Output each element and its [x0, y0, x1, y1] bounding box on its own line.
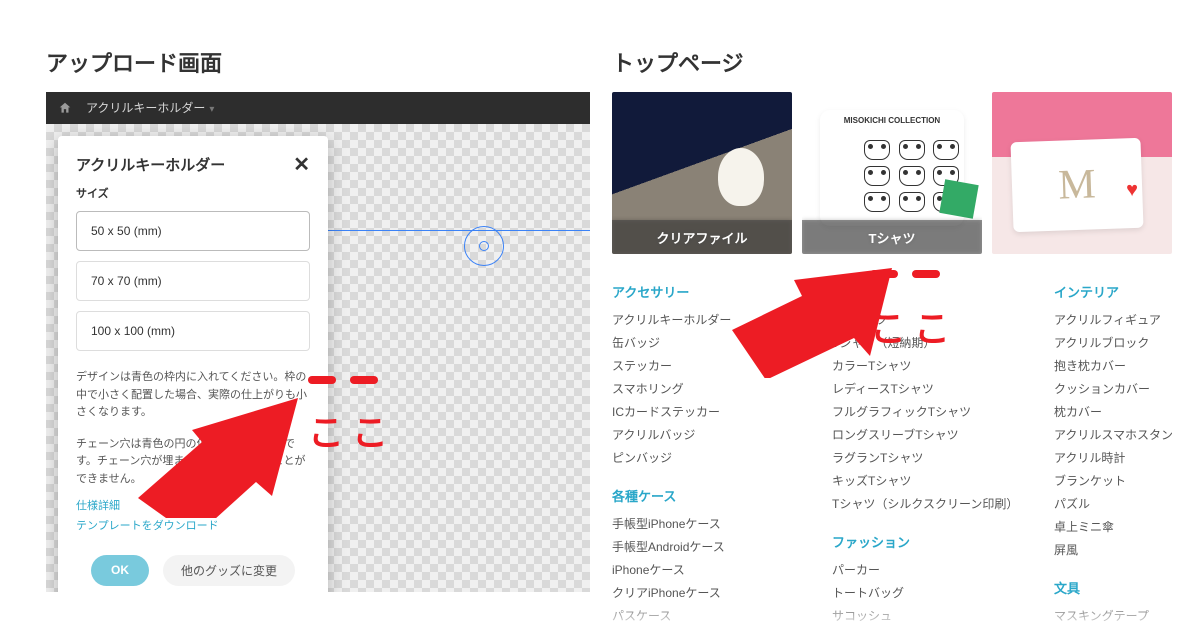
cat-item[interactable]: パズル	[1054, 495, 1200, 512]
size-label: サイズ	[76, 185, 310, 201]
thumb-caption: クリアファイル	[612, 220, 792, 254]
thumb-card[interactable]: M ♥	[992, 92, 1172, 254]
cat-item[interactable]: クリアiPhoneケース	[612, 584, 792, 601]
home-icon[interactable]	[58, 101, 72, 115]
upload-topbar: アクリルキーホルダー▾	[46, 92, 590, 124]
cat-item[interactable]: アクリルスマホスタン	[1054, 426, 1200, 443]
change-goods-button[interactable]: 他のグッズに変更	[163, 555, 295, 586]
cat-item[interactable]: アクリル時計	[1054, 449, 1200, 466]
template-download-link[interactable]: テンプレートをダウンロード	[76, 517, 310, 533]
cat-item[interactable]: 手帳型Androidケース	[612, 538, 792, 555]
product-options-modal: アクリルキーホルダー ✕ サイズ 50 x 50 (mm) 70 x 70 (m…	[58, 136, 328, 592]
callout-text-left	[308, 376, 378, 384]
cat-item[interactable]: クッションカバー	[1054, 380, 1200, 397]
cat-item[interactable]: 屏風	[1054, 541, 1200, 558]
cat-item[interactable]: スマホリング	[612, 380, 792, 397]
cat-item[interactable]: トートバッグ	[832, 584, 1012, 601]
cat-item[interactable]: 卓上ミニ傘	[1054, 518, 1200, 535]
cat-item[interactable]: ラグランTシャツ	[832, 449, 1012, 466]
left-section-title: アップロード画面	[46, 46, 590, 78]
cat-head-tshirt: Tシャツ	[832, 282, 1012, 301]
cat-item[interactable]: パーカー	[832, 561, 1012, 578]
cat-item[interactable]: 手帳型iPhoneケース	[612, 515, 792, 532]
cat-item[interactable]: ブランケット	[1054, 472, 1200, 489]
cat-item[interactable]: フルグラフィックTシャツ	[832, 403, 1012, 420]
cat-item[interactable]: カラーTシャツ	[832, 357, 1012, 374]
callout-text-right	[870, 270, 940, 278]
modal-note-2: チェーン穴は青色の円の位置で、移動可能です。チェーン穴が埋まるデザインにすること…	[76, 436, 310, 489]
bottom-fade	[0, 600, 1200, 630]
thumb-tshirt[interactable]: MISOKICHI COLLECTION Tシャツ	[802, 92, 982, 254]
cat-head-fashion: ファッション	[832, 532, 1012, 551]
cat-head-accessory: アクセサリー	[612, 282, 792, 301]
modal-title: アクリルキーホルダー	[76, 154, 225, 175]
chain-hole-target[interactable]	[464, 226, 504, 266]
cat-item[interactable]: ピンバッジ	[612, 449, 792, 466]
cat-head-interior: インテリア	[1054, 282, 1200, 301]
thumb-caption: Tシャツ	[802, 220, 982, 254]
cat-item[interactable]: キッズTシャツ	[832, 472, 1012, 489]
ok-button[interactable]: OK	[91, 555, 149, 586]
design-canvas[interactable]: アクリルキーホルダー ✕ サイズ 50 x 50 (mm) 70 x 70 (m…	[46, 124, 590, 592]
cat-item[interactable]: 抱き枕カバー	[1054, 357, 1200, 374]
cat-item[interactable]: アクリルフィギュア	[1054, 311, 1200, 328]
thumb-clearfile[interactable]: クリアファイル	[612, 92, 792, 254]
cat-item[interactable]: ICカードステッカー	[612, 403, 792, 420]
cat-item[interactable]: アクリルバッジ	[612, 426, 792, 443]
cat-head-cases: 各種ケース	[612, 486, 792, 505]
cat-item[interactable]: Tシャツ（シルクスクリーン印刷）	[832, 495, 1012, 512]
product-thumbs-row: クリアファイル MISOKICHI COLLECTION Tシャツ M ♥	[612, 92, 1172, 254]
modal-note-1: デザインは青色の枠内に入れてください。枠の中で小さく配置した場合、実際の仕上がり…	[76, 369, 310, 422]
cat-item[interactable]: ステッカー	[612, 357, 792, 374]
cat-item[interactable]: ロングスリーブTシャツ	[832, 426, 1012, 443]
close-icon[interactable]: ✕	[293, 155, 310, 175]
cat-item[interactable]: iPhoneケース	[612, 561, 792, 578]
owl-art	[718, 148, 764, 206]
breadcrumb-item[interactable]: アクリルキーホルダー▾	[86, 99, 214, 117]
shirt-brand: MISOKICHI COLLECTION	[820, 116, 964, 125]
size-option-70[interactable]: 70 x 70 (mm)	[76, 261, 310, 301]
cat-item[interactable]: レディースTシャツ	[832, 380, 1012, 397]
cat-item[interactable]: 缶バッジ	[612, 334, 792, 351]
cat-item[interactable]: アクリルキーホルダー	[612, 311, 792, 328]
callout-text-left-2: ここ	[308, 404, 396, 456]
cat-item[interactable]: アクリルブロック	[1054, 334, 1200, 351]
spec-details-link[interactable]: 仕様詳細	[76, 497, 310, 513]
size-option-50[interactable]: 50 x 50 (mm)	[76, 211, 310, 251]
right-section-title: トップページ	[612, 46, 1172, 78]
size-option-100[interactable]: 100 x 100 (mm)	[76, 311, 310, 351]
cat-head-stationery: 文具	[1054, 578, 1200, 597]
cat-item[interactable]: 枕カバー	[1054, 403, 1200, 420]
card-letter: M	[1010, 138, 1143, 232]
upload-area: アクリルキーホルダー▾ アクリルキーホルダー ✕ サイズ 50 x 50 (mm…	[46, 92, 590, 592]
heart-icon: ♥	[1126, 179, 1138, 202]
callout-text-right-2: ここ	[870, 300, 958, 352]
